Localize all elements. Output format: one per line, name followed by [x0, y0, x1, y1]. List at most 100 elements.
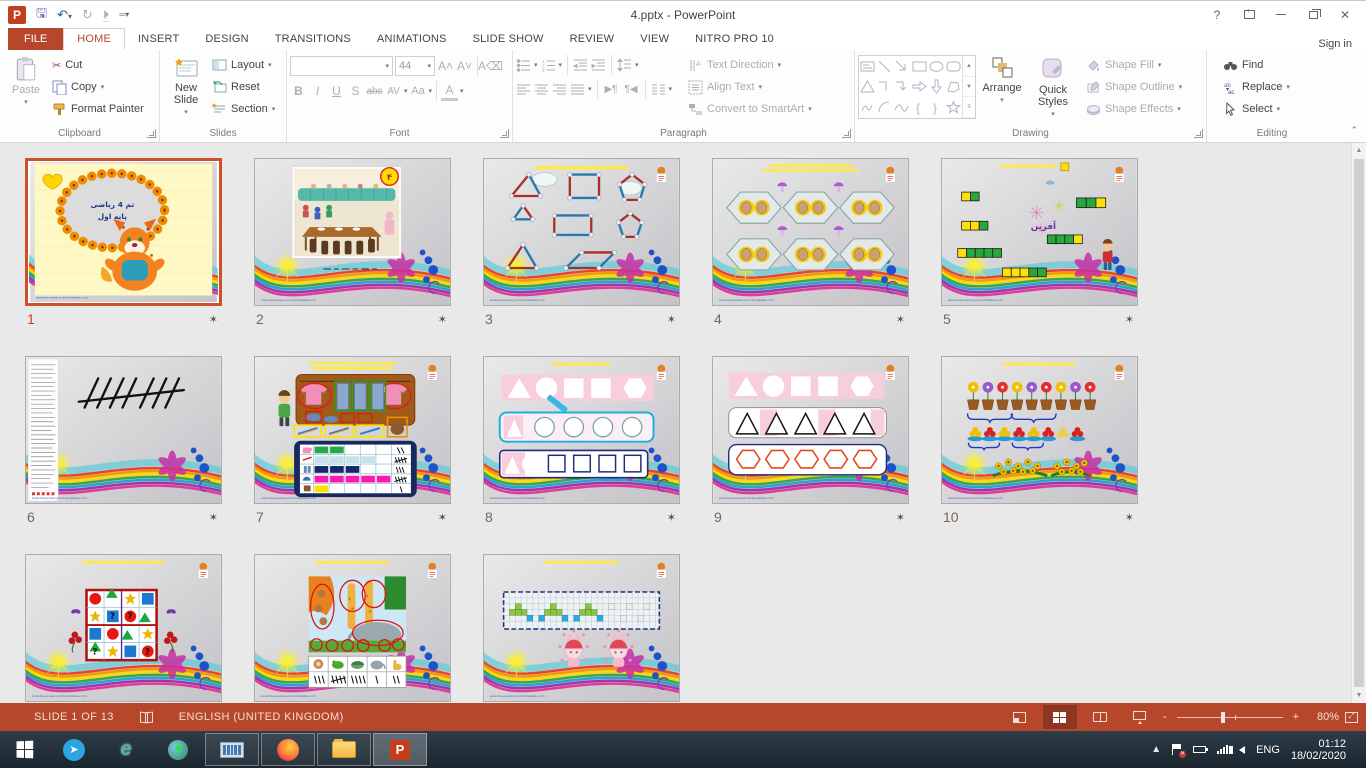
right-to-left-icon[interactable]: ¶◀: [623, 79, 640, 99]
zoom-slider-handle[interactable]: [1221, 712, 1225, 723]
taskbar-file-explorer-app[interactable]: [317, 733, 371, 766]
save-icon[interactable]: 🖫: [36, 4, 47, 26]
input-language-indicator[interactable]: ENG: [1256, 744, 1280, 756]
clear-formatting-button[interactable]: A⌫: [482, 56, 499, 76]
slide-10-thumbnail[interactable]: www.free-power-point-templates.com: [941, 356, 1138, 504]
shape-arrow-icon[interactable]: [894, 59, 909, 74]
zoom-level[interactable]: 80%: [1305, 711, 1339, 723]
arrange-button[interactable]: Arrange▾: [976, 52, 1028, 124]
reset-button[interactable]: Reset: [209, 76, 278, 98]
shape-triangle-icon[interactable]: [860, 79, 875, 94]
cut-button[interactable]: ✂Cut: [49, 54, 147, 76]
shape-scribble-icon[interactable]: [860, 100, 875, 115]
tab-home[interactable]: HOME: [63, 28, 125, 50]
align-left-icon[interactable]: [516, 82, 531, 97]
find-button[interactable]: Find: [1220, 54, 1293, 76]
paragraph-dialog-launcher[interactable]: [842, 129, 851, 138]
shape-curve-icon[interactable]: [894, 100, 909, 115]
taskbar-powerpoint-app[interactable]: P: [373, 733, 427, 766]
customize-qat-icon[interactable]: ═▾: [119, 10, 129, 19]
font-color-button[interactable]: A: [441, 81, 458, 101]
shape-textbox-icon[interactable]: [860, 59, 875, 74]
close-button[interactable]: ✕: [1330, 4, 1360, 26]
slide-7-thumbnail[interactable]: www.free-power-point-templates.com: [254, 356, 451, 504]
tab-nitro-pro[interactable]: NITRO PRO 10: [682, 28, 787, 50]
taskbar-onscreen-keyboard-app[interactable]: [205, 733, 259, 766]
shape-right-arrow-icon[interactable]: [912, 79, 927, 94]
taskbar-firefox-app[interactable]: [261, 733, 315, 766]
shape-arc-icon[interactable]: [877, 100, 892, 115]
minimize-button[interactable]: [1266, 4, 1296, 26]
numbering-icon[interactable]: 123: [541, 58, 556, 73]
clock[interactable]: 01:12 18/02/2020: [1291, 738, 1346, 762]
text-direction-button[interactable]: A Text Direction▾: [686, 54, 814, 76]
align-center-icon[interactable]: [534, 82, 549, 97]
font-size-combo[interactable]: 44▾: [395, 56, 435, 76]
taskbar-internet-explorer-icon[interactable]: e: [100, 731, 152, 768]
scroll-up-icon[interactable]: ▲: [1352, 143, 1366, 158]
show-hidden-icons-button[interactable]: ▲: [1151, 744, 1161, 755]
slide-3-thumbnail[interactable]: www.free-power-point-templates.com: [483, 158, 680, 306]
tab-slide-show[interactable]: SLIDE SHOW: [460, 28, 557, 50]
shape-rounded-rect-icon[interactable]: [946, 59, 961, 74]
volume-icon[interactable]: [1239, 746, 1245, 754]
shape-right-brace-icon[interactable]: }: [929, 100, 944, 115]
shape-elbow-icon[interactable]: [877, 79, 892, 94]
zoom-in-button[interactable]: +: [1293, 711, 1299, 723]
columns-icon[interactable]: [651, 82, 666, 97]
scroll-down-icon[interactable]: ▼: [1352, 688, 1366, 703]
start-from-beginning-icon[interactable]: ⏵̲: [103, 7, 110, 23]
bullets-icon[interactable]: [516, 58, 531, 73]
section-button[interactable]: Section▾: [209, 98, 278, 120]
tab-file[interactable]: FILE: [8, 28, 63, 50]
text-shadow-button[interactable]: S: [347, 81, 364, 101]
battery-icon[interactable]: [1193, 746, 1206, 753]
ribbon-display-options-button[interactable]: [1234, 4, 1264, 26]
shapes-gallery-scrollbar[interactable]: ▲▼≡: [962, 56, 975, 118]
fit-slide-to-window-icon[interactable]: ⤢: [1345, 712, 1358, 723]
strikethrough-button[interactable]: abc: [366, 81, 383, 101]
drawing-dialog-launcher[interactable]: [1194, 129, 1203, 138]
slide-show-button[interactable]: [1123, 705, 1157, 729]
scrollbar-thumb[interactable]: [1354, 159, 1364, 687]
network-signal-icon[interactable]: [1217, 745, 1228, 754]
slide-sorter-view-button[interactable]: [1043, 705, 1077, 729]
tab-insert[interactable]: INSERT: [125, 28, 192, 50]
shape-left-brace-icon[interactable]: {: [912, 100, 927, 115]
slide-4-thumbnail[interactable]: www.free-power-point-templates.com: [712, 158, 909, 306]
slide-9-thumbnail[interactable]: www.free-power-point-templates.com: [712, 356, 909, 504]
shape-effects-button[interactable]: Shape Effects▾: [1084, 98, 1184, 120]
shrink-font-button[interactable]: A˅: [456, 56, 473, 76]
language-indicator[interactable]: ENGLISH (UNITED KINGDOM): [179, 711, 344, 723]
justify-icon[interactable]: [570, 82, 585, 97]
slide-6-thumbnail[interactable]: www.free-power-point-templates.com: [25, 356, 222, 504]
slide-13-thumbnail[interactable]: www.free-power-point-templates.com: [483, 554, 680, 702]
shape-outline-button[interactable]: Shape Outline▾: [1084, 76, 1184, 98]
restore-button[interactable]: [1298, 4, 1328, 26]
bold-button[interactable]: B: [290, 81, 307, 101]
shape-elbow-arrow-icon[interactable]: [894, 79, 909, 94]
shape-line-icon[interactable]: [877, 59, 892, 74]
slide-2-thumbnail[interactable]: ۴ www.free-power-point-templates.com: [254, 158, 451, 306]
layout-button[interactable]: Layout▾: [209, 54, 278, 76]
shape-down-arrow-icon[interactable]: [929, 79, 944, 94]
font-dialog-launcher[interactable]: [500, 129, 509, 138]
clipboard-dialog-launcher[interactable]: [147, 129, 156, 138]
shapes-gallery[interactable]: { } ▲▼≡: [858, 55, 976, 119]
italic-button[interactable]: I: [309, 81, 326, 101]
reading-view-button[interactable]: [1083, 705, 1117, 729]
zoom-slider[interactable]: [1177, 717, 1283, 718]
tab-animations[interactable]: ANIMATIONS: [364, 28, 460, 50]
start-button[interactable]: [0, 731, 48, 768]
format-painter-button[interactable]: Format Painter: [49, 98, 147, 120]
grow-font-button[interactable]: A˄: [437, 56, 454, 76]
shape-star-icon[interactable]: [946, 100, 961, 115]
normal-view-button[interactable]: [1003, 705, 1037, 729]
tab-view[interactable]: VIEW: [627, 28, 682, 50]
select-button[interactable]: Select▾: [1220, 98, 1293, 120]
character-spacing-button[interactable]: AV: [385, 81, 402, 101]
shape-freeform-icon[interactable]: [946, 79, 961, 94]
align-text-button[interactable]: Align Text▾: [686, 76, 814, 98]
align-right-icon[interactable]: [552, 82, 567, 97]
slide-8-thumbnail[interactable]: www.free-power-point-templates.com: [483, 356, 680, 504]
